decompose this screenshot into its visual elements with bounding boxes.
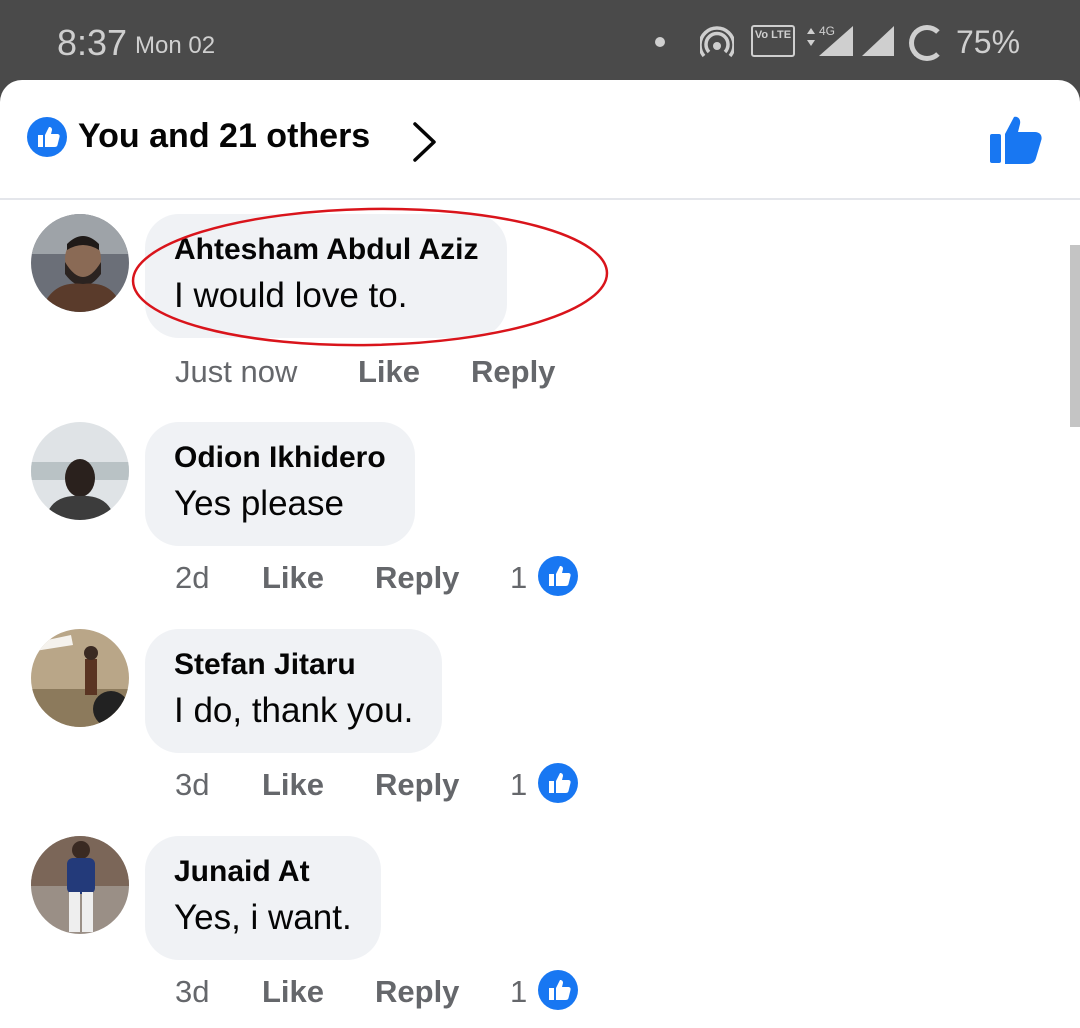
status-time: 8:37 xyxy=(57,22,128,63)
comment-author[interactable]: Stefan Jitaru xyxy=(174,647,413,683)
hotspot-icon xyxy=(698,26,736,65)
avatar[interactable] xyxy=(31,214,129,312)
scrollbar[interactable] xyxy=(1070,245,1080,427)
like-button[interactable]: Like xyxy=(262,767,324,803)
reaction-count[interactable]: 1 xyxy=(510,560,527,596)
chevron-right-icon[interactable] xyxy=(410,120,440,169)
reply-button[interactable]: Reply xyxy=(471,354,555,390)
status-date: Mon 02 xyxy=(135,32,216,59)
comment-time: 3d xyxy=(175,974,210,1009)
like-icon[interactable] xyxy=(538,970,578,1010)
like-icon[interactable] xyxy=(538,556,578,596)
reaction-count[interactable]: 1 xyxy=(510,767,527,803)
status-bar: 8:37 Mon 02 Vo LTE 4G 75% xyxy=(0,0,1080,82)
avatar[interactable] xyxy=(31,836,129,934)
comment-time: 2d xyxy=(175,560,210,595)
like-button[interactable]: Like xyxy=(262,560,324,596)
comment-text: I would love to. xyxy=(174,276,408,315)
reaction-count[interactable]: 1 xyxy=(510,974,527,1010)
comment-text: Yes please xyxy=(174,484,344,523)
comments-sheet: You and 21 others Ahtesham Abdul Aziz I … xyxy=(0,80,1080,1028)
signal-icon: 4G xyxy=(805,24,855,63)
avatar[interactable] xyxy=(31,629,129,727)
comment-text: I do, thank you. xyxy=(174,691,414,730)
comment-text: Yes, i want. xyxy=(174,898,352,937)
battery-percent: 75% xyxy=(956,24,1021,60)
svg-text:4G: 4G xyxy=(819,24,835,38)
comment-bubble[interactable]: Ahtesham Abdul Aziz I would love to. xyxy=(145,214,508,338)
like-icon[interactable] xyxy=(538,763,578,803)
notification-dot-icon xyxy=(655,37,665,47)
thumbs-up-icon[interactable] xyxy=(988,114,1044,171)
battery-icon xyxy=(909,25,945,61)
comment-bubble[interactable]: Junaid At Yes, i want. xyxy=(145,836,381,960)
comment-bubble[interactable]: Odion Ikhidero Yes please xyxy=(145,422,415,546)
like-icon xyxy=(27,117,67,157)
reactions-summary[interactable]: You and 21 others xyxy=(78,117,370,156)
reply-button[interactable]: Reply xyxy=(375,767,459,803)
comment-author[interactable]: Ahtesham Abdul Aziz xyxy=(174,232,478,268)
comment-time: Just now xyxy=(175,354,298,389)
comment-author[interactable]: Junaid At xyxy=(174,854,352,890)
reply-button[interactable]: Reply xyxy=(375,974,459,1010)
reply-button[interactable]: Reply xyxy=(375,560,459,596)
volte-icon: Vo LTE xyxy=(751,25,795,57)
reactions-header[interactable]: You and 21 others xyxy=(0,80,1080,200)
like-button[interactable]: Like xyxy=(358,354,420,390)
comment-author[interactable]: Odion Ikhidero xyxy=(174,440,386,476)
like-button[interactable]: Like xyxy=(262,974,324,1010)
avatar[interactable] xyxy=(31,422,129,520)
comment-time: 3d xyxy=(175,767,210,802)
signal-icon-2 xyxy=(862,26,896,63)
comment-bubble[interactable]: Stefan Jitaru I do, thank you. xyxy=(145,629,443,753)
